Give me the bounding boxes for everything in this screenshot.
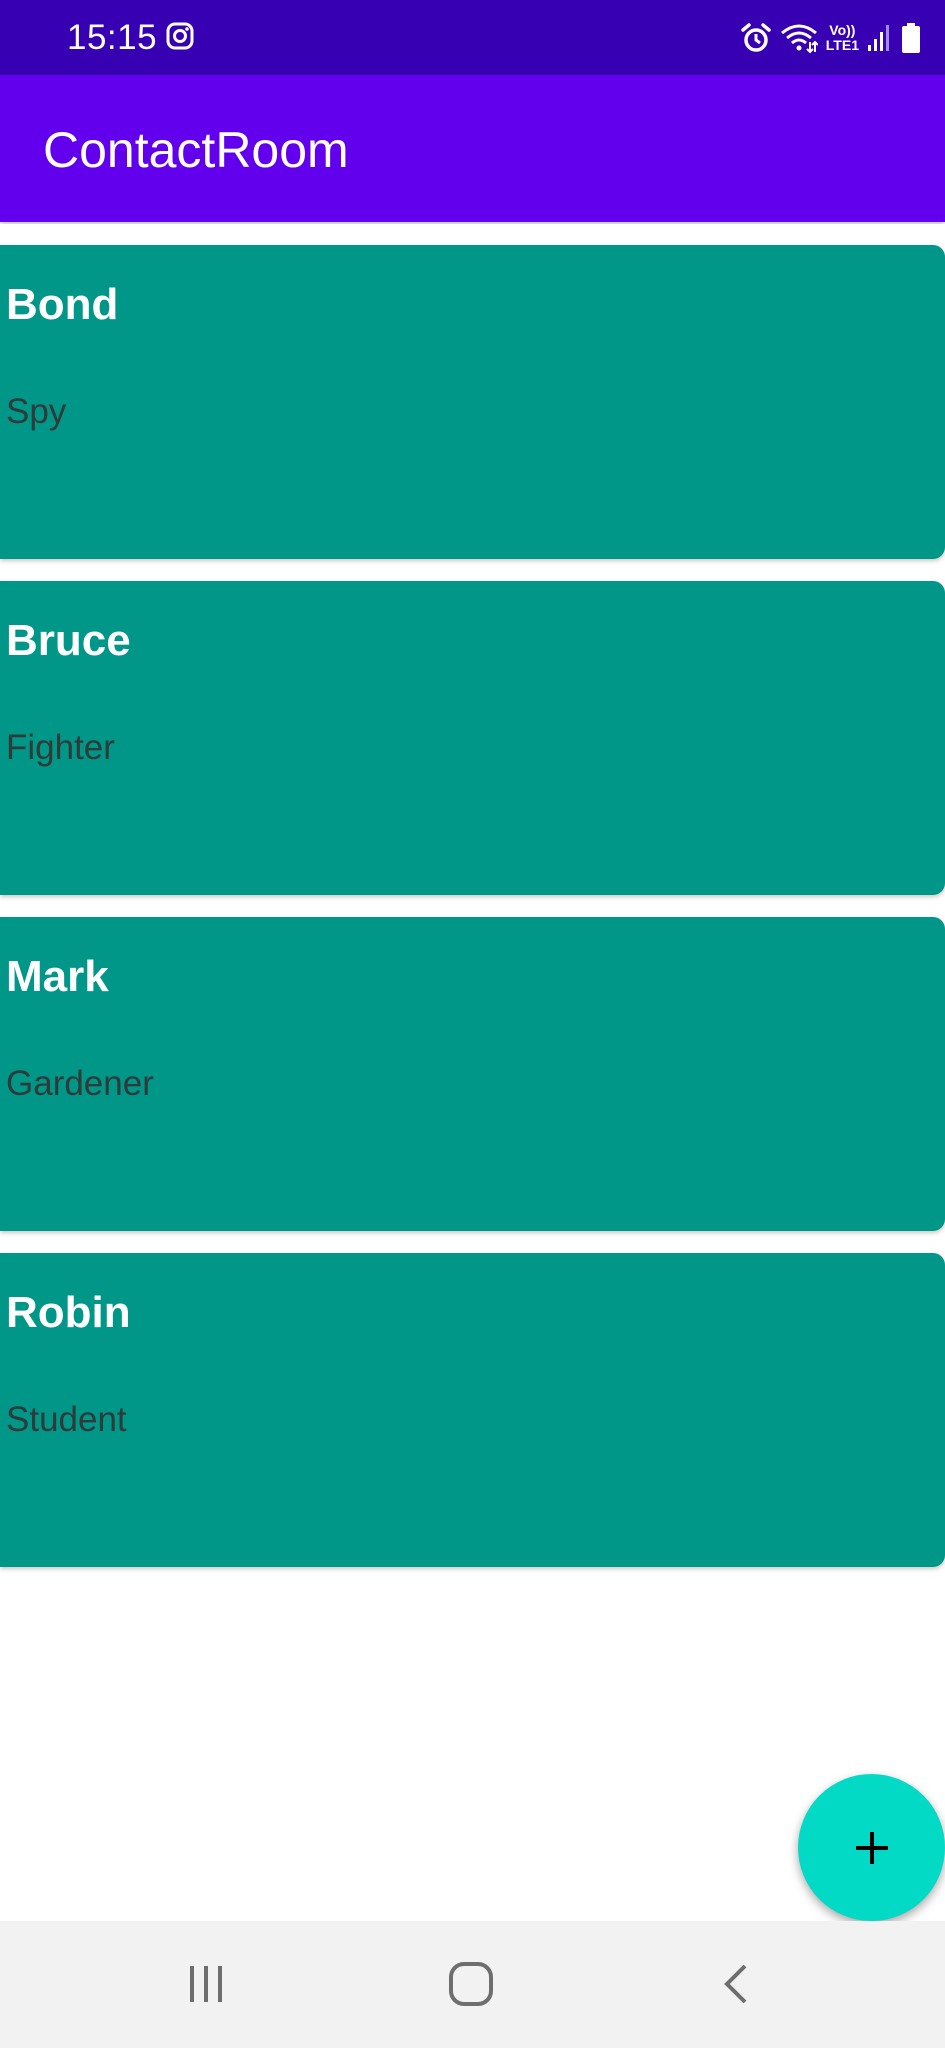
system-nav-bar (0, 1921, 945, 2048)
back-icon (724, 1964, 747, 2004)
recents-icon (190, 1966, 222, 2002)
app-bar: ContactRoom (0, 75, 945, 222)
contacts-list[interactable]: Bond Spy Bruce Fighter Mark Gardener Rob… (0, 224, 945, 1569)
contact-occupation: Spy (6, 392, 67, 431)
contact-name: Mark (6, 952, 109, 1001)
contact-card-robin[interactable]: Robin Student (0, 1253, 945, 1567)
contact-name: Bruce (6, 616, 131, 665)
contact-occupation: Gardener (6, 1064, 154, 1103)
lte-bottom-label: LTE1 (825, 37, 859, 53)
wifi-icon (780, 24, 818, 54)
contact-occupation: Student (6, 1400, 127, 1439)
instagram-icon (166, 22, 194, 50)
contact-name: Robin (6, 1288, 131, 1337)
app-title: ContactRoom (43, 122, 349, 178)
contact-card-bond[interactable]: Bond Spy (0, 245, 945, 559)
home-button[interactable] (431, 1951, 511, 2017)
home-icon (449, 1962, 493, 2006)
status-bar: 15:15 Vo)) LTE1 (0, 0, 945, 75)
screen: 15:15 Vo)) LTE1 ContactRoom Bond Spy Bru… (0, 0, 945, 2048)
status-time: 15:15 (67, 18, 158, 57)
plus-icon (855, 1831, 888, 1864)
alarm-icon (741, 23, 771, 52)
contact-card-mark[interactable]: Mark Gardener (0, 917, 945, 1231)
volte-lte-icon: Vo)) LTE1 (826, 23, 859, 53)
back-button[interactable] (696, 1951, 776, 2017)
contact-name: Bond (6, 280, 119, 329)
status-icons: Vo)) LTE1 (740, 18, 921, 58)
battery-icon (902, 23, 920, 53)
recents-button[interactable] (166, 1951, 246, 2017)
contact-card-bruce[interactable]: Bruce Fighter (0, 581, 945, 895)
signal-icon (868, 25, 889, 51)
lte-top-label: Vo)) (829, 22, 856, 38)
add-contact-fab[interactable] (798, 1774, 945, 1921)
contact-occupation: Fighter (6, 728, 115, 767)
